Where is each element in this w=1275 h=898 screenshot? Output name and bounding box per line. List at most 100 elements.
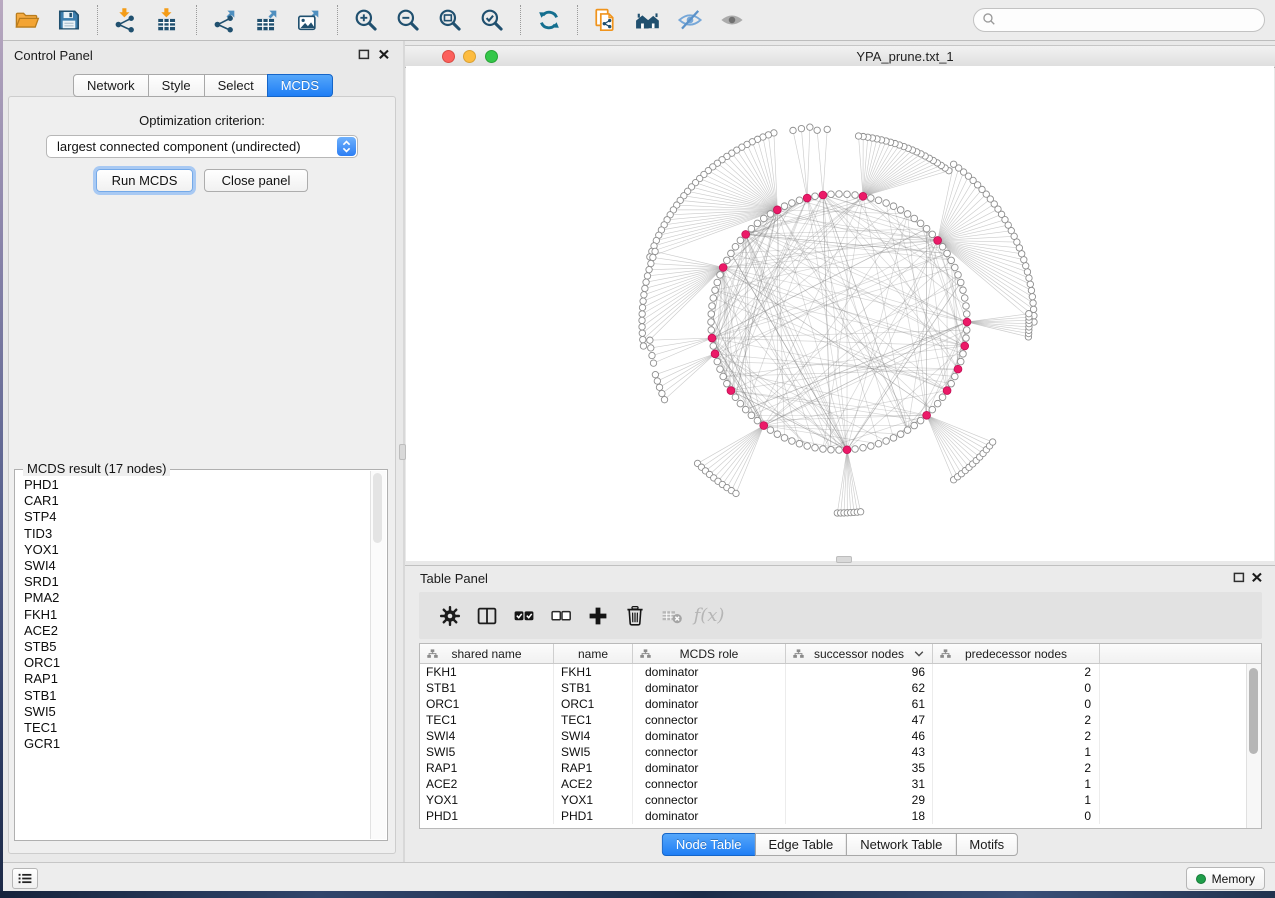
cell-name[interactable]: TEC1 (554, 712, 633, 728)
split-panel-button[interactable] (472, 601, 502, 631)
column-header-mcds-role[interactable]: MCDS role (633, 644, 786, 663)
refresh-button[interactable] (529, 3, 569, 37)
zoom-out-button[interactable] (388, 3, 428, 37)
tab-network[interactable]: Network (73, 74, 149, 97)
float-panel-icon[interactable] (358, 49, 370, 60)
mcds-result-item[interactable]: RAP1 (24, 671, 371, 687)
tab-network-table[interactable]: Network Table (846, 833, 956, 856)
cell-name[interactable]: ACE2 (554, 776, 633, 792)
table-row[interactable]: STB1STB1dominator620 (420, 680, 1261, 696)
cell-successor-nodes[interactable]: 46 (786, 728, 933, 744)
cell-mcds-role[interactable]: dominator (633, 728, 786, 744)
save-session-button[interactable] (49, 3, 89, 37)
table-scrollbar-thumb[interactable] (1249, 668, 1258, 754)
cell-mcds-role[interactable]: dominator (633, 664, 786, 680)
cell-predecessor-nodes[interactable]: 2 (933, 760, 1100, 776)
window-close-icon[interactable] (442, 50, 455, 63)
cell-predecessor-nodes[interactable]: 0 (933, 696, 1100, 712)
cell-mcds-role[interactable]: connector (633, 776, 786, 792)
cell-successor-nodes[interactable]: 62 (786, 680, 933, 696)
cell-shared-name[interactable]: STB1 (420, 680, 554, 696)
mcds-result-item[interactable]: PHD1 (24, 477, 371, 493)
cell-predecessor-nodes[interactable]: 0 (933, 808, 1100, 824)
cell-successor-nodes[interactable]: 29 (786, 792, 933, 808)
cell-successor-nodes[interactable]: 35 (786, 760, 933, 776)
cell-name[interactable]: RAP1 (554, 760, 633, 776)
search-field[interactable] (973, 8, 1265, 32)
cell-successor-nodes[interactable]: 96 (786, 664, 933, 680)
cell-shared-name[interactable]: SWI5 (420, 744, 554, 760)
cell-successor-nodes[interactable]: 43 (786, 744, 933, 760)
tab-motifs[interactable]: Motifs (955, 833, 1018, 856)
column-header-successor-nodes[interactable]: successor nodes (786, 644, 933, 663)
cell-name[interactable]: PHD1 (554, 808, 633, 824)
column-header-name[interactable]: name (554, 644, 633, 663)
hide-selected-button[interactable] (670, 3, 710, 37)
mcds-result-item[interactable]: STP4 (24, 509, 371, 525)
result-scrollbar-thumb[interactable] (373, 473, 382, 543)
task-history-button[interactable] (12, 868, 38, 889)
mcds-result-item[interactable]: GCR1 (24, 736, 371, 752)
import-table-button[interactable] (148, 3, 188, 37)
cell-successor-nodes[interactable]: 61 (786, 696, 933, 712)
tab-edge-table[interactable]: Edge Table (754, 833, 847, 856)
cell-predecessor-nodes[interactable]: 2 (933, 712, 1100, 728)
cell-predecessor-nodes[interactable]: 1 (933, 792, 1100, 808)
tab-mcds[interactable]: MCDS (267, 74, 333, 97)
cell-mcds-role[interactable]: dominator (633, 696, 786, 712)
column-header-shared-name[interactable]: shared name (420, 644, 554, 663)
table-row[interactable]: YOX1YOX1connector291 (420, 792, 1261, 808)
table-row[interactable]: RAP1RAP1dominator352 (420, 760, 1261, 776)
cell-shared-name[interactable]: FKH1 (420, 664, 554, 680)
mcds-result-list[interactable]: PHD1CAR1STP4TID3YOX1SWI4SRD1PMA2FKH1ACE2… (16, 471, 371, 839)
add-column-button[interactable] (583, 601, 613, 631)
cell-shared-name[interactable]: ORC1 (420, 696, 554, 712)
cell-predecessor-nodes[interactable]: 2 (933, 664, 1100, 680)
cell-mcds-role[interactable]: dominator (633, 760, 786, 776)
cell-predecessor-nodes[interactable]: 0 (933, 680, 1100, 696)
optimization-criterion-select[interactable]: largest connected component (undirected) (46, 135, 358, 158)
export-table-button[interactable] (247, 3, 287, 37)
tab-node-table[interactable]: Node Table (662, 833, 756, 856)
mcds-result-item[interactable]: CAR1 (24, 493, 371, 509)
cell-predecessor-nodes[interactable]: 2 (933, 728, 1100, 744)
tab-style[interactable]: Style (148, 74, 205, 97)
result-scrollbar[interactable] (370, 471, 386, 839)
cell-name[interactable]: YOX1 (554, 792, 633, 808)
close-panel-button[interactable]: Close panel (204, 169, 308, 192)
run-mcds-button[interactable]: Run MCDS (96, 169, 193, 192)
zoom-in-button[interactable] (346, 3, 386, 37)
first-neighbors-button[interactable] (628, 3, 668, 37)
cell-shared-name[interactable]: YOX1 (420, 792, 554, 808)
close-table-panel-icon[interactable] (1251, 572, 1263, 583)
table-row[interactable]: ACE2ACE2connector311 (420, 776, 1261, 792)
cell-successor-nodes[interactable]: 31 (786, 776, 933, 792)
export-network-button[interactable] (205, 3, 245, 37)
cell-shared-name[interactable]: SWI4 (420, 728, 554, 744)
cell-shared-name[interactable]: TEC1 (420, 712, 554, 728)
cell-mcds-role[interactable]: dominator (633, 680, 786, 696)
mcds-result-item[interactable]: YOX1 (24, 542, 371, 558)
window-maximize-icon[interactable] (485, 50, 498, 63)
cell-mcds-role[interactable]: connector (633, 792, 786, 808)
mcds-result-item[interactable]: ACE2 (24, 623, 371, 639)
mcds-result-item[interactable]: FKH1 (24, 607, 371, 623)
network-canvas[interactable] (406, 66, 1274, 561)
table-row[interactable]: SWI5SWI5connector431 (420, 744, 1261, 760)
table-scrollbar[interactable] (1246, 664, 1261, 828)
cell-predecessor-nodes[interactable]: 1 (933, 776, 1100, 792)
cell-mcds-role[interactable]: connector (633, 744, 786, 760)
mcds-result-item[interactable]: STB1 (24, 688, 371, 704)
column-header-predecessor-nodes[interactable]: predecessor nodes (933, 644, 1100, 663)
cell-name[interactable]: SWI5 (554, 744, 633, 760)
cell-mcds-role[interactable]: connector (633, 712, 786, 728)
network-window-titlebar[interactable]: YPA_prune.txt_1 (405, 45, 1275, 68)
mcds-result-item[interactable]: SWI5 (24, 704, 371, 720)
table-row[interactable]: ORC1ORC1dominator610 (420, 696, 1261, 712)
cell-name[interactable]: SWI4 (554, 728, 633, 744)
search-input[interactable] (1001, 12, 1256, 29)
mcds-result-item[interactable]: ORC1 (24, 655, 371, 671)
table-row[interactable]: SWI4SWI4dominator462 (420, 728, 1261, 744)
cell-shared-name[interactable]: PHD1 (420, 808, 554, 824)
mcds-result-item[interactable]: PMA2 (24, 590, 371, 606)
